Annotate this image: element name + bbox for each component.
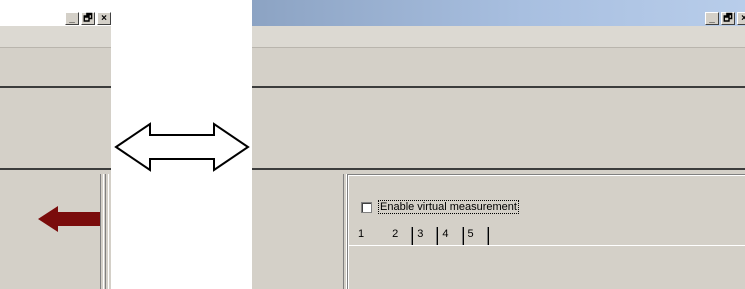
minimize-button[interactable]: _ [65,12,79,25]
enable-virtual-measurement-checkbox[interactable] [361,201,372,213]
lower-area: Enable virtual measurement 1 2 3 4 5 [252,168,745,289]
restore-button[interactable]: 🗗 [721,12,735,25]
restore-button[interactable]: 🗗 [81,12,95,25]
left-arrow-icon [38,206,100,232]
tab-strip: 1 2 3 4 5 [354,227,489,245]
minimize-button[interactable]: _ [705,12,719,25]
side-pane [252,170,344,289]
splitter[interactable] [100,174,104,289]
checkbox-label[interactable]: Enable virtual measurement [378,200,519,214]
menu-bar [0,26,111,48]
tab-2[interactable]: 2 [388,227,414,245]
close-button[interactable]: × [737,12,745,25]
menu-bar [252,26,745,48]
wide-window: _ 🗗 × Enable virtual measurement 1 2 3 4… [252,0,745,289]
toolbar-area [0,48,111,86]
double-headed-arrow-icon [114,122,250,172]
title-bar: _ 🗗 × [0,0,111,26]
lower-area [0,168,111,289]
header-area [252,86,745,170]
tab-1[interactable]: 1 [354,227,388,245]
title-bar: _ 🗗 × [252,0,745,26]
tab-4[interactable]: 4 [438,227,464,245]
window-controls: _ 🗗 × [63,12,111,25]
close-button[interactable]: × [97,12,111,25]
window-controls: _ 🗗 × [703,12,745,25]
toolbar-area [252,48,745,86]
header-area [0,86,111,170]
content-pane: Enable virtual measurement 1 2 3 4 5 [347,174,745,289]
virtual-measurement-option[interactable]: Enable virtual measurement [361,200,519,214]
tab-5[interactable]: 5 [464,227,489,245]
tab-divider [348,245,745,246]
splitter[interactable] [105,174,109,289]
narrow-window: _ 🗗 × [0,0,111,289]
tab-3[interactable]: 3 [413,227,439,245]
side-pane [0,170,100,289]
